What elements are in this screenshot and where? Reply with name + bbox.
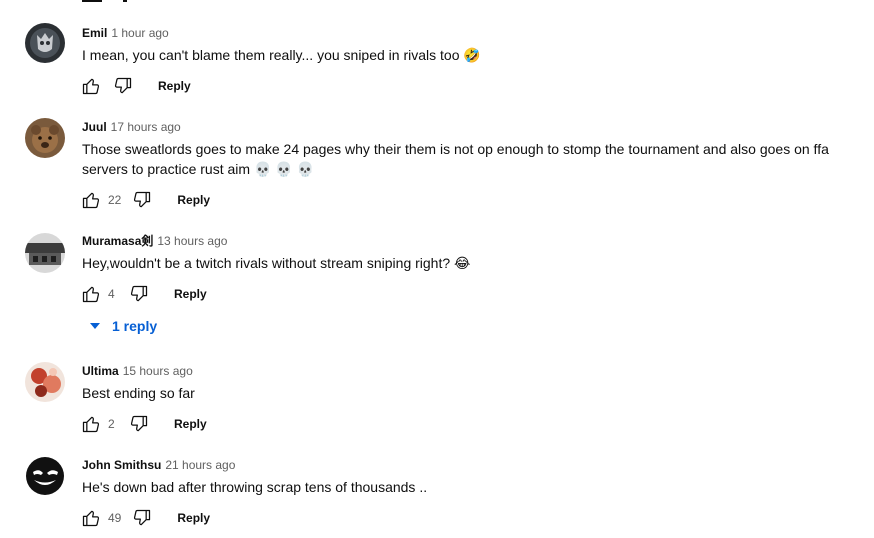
like-button[interactable] — [80, 283, 102, 305]
thumbs-down-icon — [130, 415, 148, 432]
like-count: 22 — [108, 193, 122, 207]
dislike-button[interactable] — [128, 413, 150, 435]
caret-down-icon — [90, 323, 100, 329]
avatar[interactable] — [25, 456, 65, 496]
comment-text: He's down bad after throwing scrap tens … — [82, 477, 844, 497]
thumbs-down-icon — [114, 77, 132, 94]
avatar[interactable] — [25, 118, 65, 158]
avatar[interactable] — [25, 23, 65, 63]
avatar-emil-icon — [25, 23, 65, 63]
like-button[interactable] — [80, 189, 102, 211]
comment-text-line: I mean, you can't blame them really... y… — [82, 47, 481, 63]
like-count: 49 — [108, 511, 122, 525]
comment-author[interactable]: Emil — [82, 26, 107, 40]
view-replies-button[interactable]: 1 reply — [88, 318, 157, 334]
avatar-ultima-icon — [25, 362, 65, 402]
thumbs-up-icon — [82, 78, 100, 95]
like-button[interactable] — [80, 413, 102, 435]
comment-timestamp[interactable]: 17 hours ago — [111, 120, 181, 134]
comment-text-line: Those sweatlords goes to make 24 pages w… — [82, 141, 829, 157]
avatar-juul-icon — [25, 118, 65, 158]
comment-timestamp[interactable]: 15 hours ago — [123, 364, 193, 378]
comment-text: Hey,wouldn't be a twitch rivals without … — [82, 253, 844, 273]
avatar-muramasa-icon — [25, 233, 65, 273]
comment-text-line: Best ending so far — [82, 385, 195, 401]
like-button[interactable] — [80, 75, 102, 97]
comment-text-line: Hey,wouldn't be a twitch rivals without … — [82, 255, 471, 271]
comment-author[interactable]: Muramasa剣 — [82, 234, 153, 248]
thumbs-up-icon — [82, 286, 100, 303]
comment-text: I mean, you can't blame them really... y… — [82, 45, 844, 65]
avatar[interactable] — [25, 233, 65, 273]
thumbs-up-icon — [82, 416, 100, 433]
comment-author[interactable]: John Smithsu — [82, 458, 161, 472]
comment-timestamp[interactable]: 21 hours ago — [165, 458, 235, 472]
comment-author[interactable]: Juul — [82, 120, 107, 134]
comment-text-line: servers to practice rust aim 💀 💀 💀 — [82, 161, 315, 177]
like-button[interactable] — [80, 507, 102, 529]
reply-button[interactable]: Reply — [177, 193, 210, 207]
reply-button[interactable]: Reply — [177, 511, 210, 525]
reply-button[interactable]: Reply — [174, 287, 207, 301]
replies-count-label: 1 reply — [112, 318, 158, 334]
avatar-john-icon — [25, 456, 65, 496]
thumbs-up-icon — [82, 510, 100, 527]
comments-section: Emil 1 hour ago I mean, you can't blame t… — [0, 0, 874, 538]
comment-text-line: He's down bad after throwing scrap tens … — [82, 479, 428, 495]
divider — [123, 0, 127, 2]
dislike-button[interactable] — [131, 189, 153, 211]
comment-author[interactable]: Ultima — [82, 364, 119, 378]
avatar[interactable] — [25, 362, 65, 402]
comment-timestamp[interactable]: 1 hour ago — [111, 26, 168, 40]
like-count: 2 — [108, 417, 115, 431]
dislike-button[interactable] — [131, 507, 153, 529]
thumbs-down-icon — [134, 509, 151, 526]
reply-button[interactable]: Reply — [158, 79, 191, 93]
comment-text: Best ending so far — [82, 383, 844, 403]
comment-text: Those sweatlords goes to make 24 pages w… — [82, 139, 844, 179]
reply-button[interactable]: Reply — [174, 417, 207, 431]
thumbs-up-icon — [82, 192, 100, 209]
dislike-button[interactable] — [112, 75, 134, 97]
dislike-button[interactable] — [128, 283, 150, 305]
comment-timestamp[interactable]: 13 hours ago — [157, 234, 227, 248]
thumbs-down-icon — [130, 285, 148, 302]
like-count: 4 — [108, 287, 115, 301]
thumbs-down-icon — [134, 191, 151, 208]
divider — [82, 0, 102, 2]
